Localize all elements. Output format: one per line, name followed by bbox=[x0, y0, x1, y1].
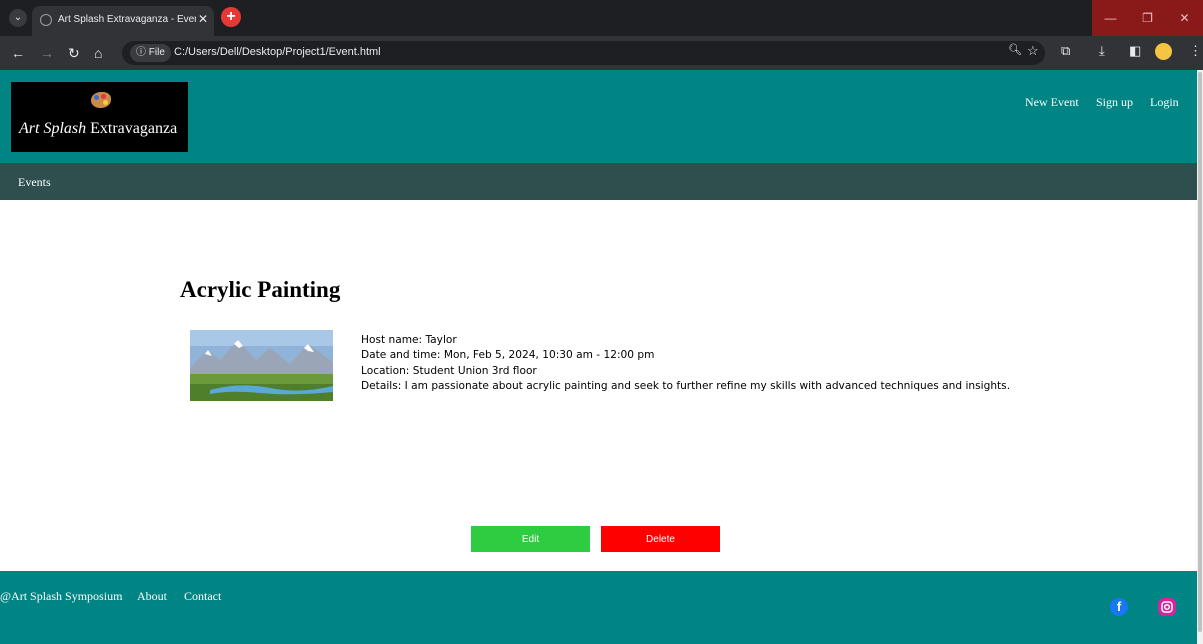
nav-login[interactable]: Login bbox=[1150, 95, 1179, 110]
site-footer bbox=[0, 571, 1197, 644]
address-url[interactable]: C:/Users/Dell/Desktop/Project1/Event.htm… bbox=[174, 46, 381, 58]
event-location: Location: Student Union 3rd floor bbox=[361, 364, 537, 377]
palette-icon bbox=[91, 92, 111, 108]
new-tab-plus-icon[interactable]: + bbox=[221, 7, 241, 27]
tab-close-icon[interactable]: ✕ bbox=[198, 12, 208, 26]
edit-button[interactable]: Edit bbox=[471, 526, 590, 552]
event-title: Acrylic Painting bbox=[180, 277, 341, 302]
footer-copyright: @Art Splash Symposium bbox=[0, 589, 123, 603]
window-controls: — ❐ ✕ bbox=[1092, 0, 1203, 36]
delete-button[interactable]: Delete bbox=[601, 526, 720, 552]
event-image bbox=[190, 330, 333, 401]
event-host: Host name: Taylor bbox=[361, 334, 457, 346]
page-scrollbar[interactable] bbox=[1197, 70, 1203, 644]
event-description: Details: I am passionate about acrylic p… bbox=[361, 380, 1011, 393]
reload-icon[interactable]: ↻ bbox=[68, 45, 80, 62]
event-details: Host name: Taylor Date and time: Mon, Fe… bbox=[361, 333, 1010, 395]
download-icon[interactable]: ⤓ bbox=[1099, 43, 1105, 59]
extensions-puzzle-icon[interactable]: ⧉ bbox=[1061, 43, 1070, 59]
nav-sign-up[interactable]: Sign up bbox=[1096, 95, 1133, 110]
home-icon[interactable]: ⌂ bbox=[94, 45, 102, 61]
footer-about-link[interactable]: About bbox=[137, 589, 167, 604]
browser-tab-strip: ⌄ Art Splash Extravaganza - Event ✕ + — … bbox=[0, 0, 1203, 36]
minimize-icon[interactable]: — bbox=[1092, 0, 1129, 36]
subnav-events-link[interactable]: Events bbox=[18, 175, 51, 190]
sub-navigation: Events bbox=[0, 163, 1197, 200]
site-logo[interactable]: Art Splash Extravaganza bbox=[11, 82, 188, 152]
forward-arrow-icon[interactable]: → bbox=[40, 45, 54, 61]
back-arrow-icon[interactable]: ← bbox=[11, 45, 25, 61]
profile-avatar[interactable] bbox=[1155, 43, 1172, 60]
browser-tab[interactable]: Art Splash Extravaganza - Event ✕ bbox=[32, 6, 214, 36]
logo-text: Art Splash Extravaganza bbox=[19, 120, 178, 137]
scrollbar-thumb[interactable] bbox=[1198, 72, 1202, 632]
site-info-chip[interactable]: ⓘ File bbox=[130, 44, 171, 62]
nav-new-event[interactable]: New Event bbox=[1025, 95, 1079, 110]
zoom-icon[interactable]: 🔍︎ bbox=[1008, 43, 1022, 56]
footer-contact-link[interactable]: Contact bbox=[184, 589, 221, 604]
window-close-icon[interactable]: ✕ bbox=[1166, 0, 1203, 36]
facebook-icon[interactable]: f bbox=[1110, 598, 1128, 616]
tab-title: Art Splash Extravaganza - Event bbox=[58, 14, 196, 25]
globe-icon bbox=[40, 14, 52, 26]
event-datetime: Date and time: Mon, Feb 5, 2024, 10:30 a… bbox=[361, 349, 655, 362]
instagram-icon[interactable] bbox=[1158, 598, 1176, 616]
side-panel-icon[interactable]: ◧ bbox=[1129, 43, 1141, 59]
menu-kebab-icon[interactable]: ⋮ bbox=[1189, 43, 1202, 59]
bookmark-star-icon[interactable]: ☆ bbox=[1027, 43, 1039, 59]
restore-icon[interactable]: ❐ bbox=[1129, 0, 1166, 36]
tab-search-chevron-icon[interactable]: ⌄ bbox=[9, 9, 27, 27]
